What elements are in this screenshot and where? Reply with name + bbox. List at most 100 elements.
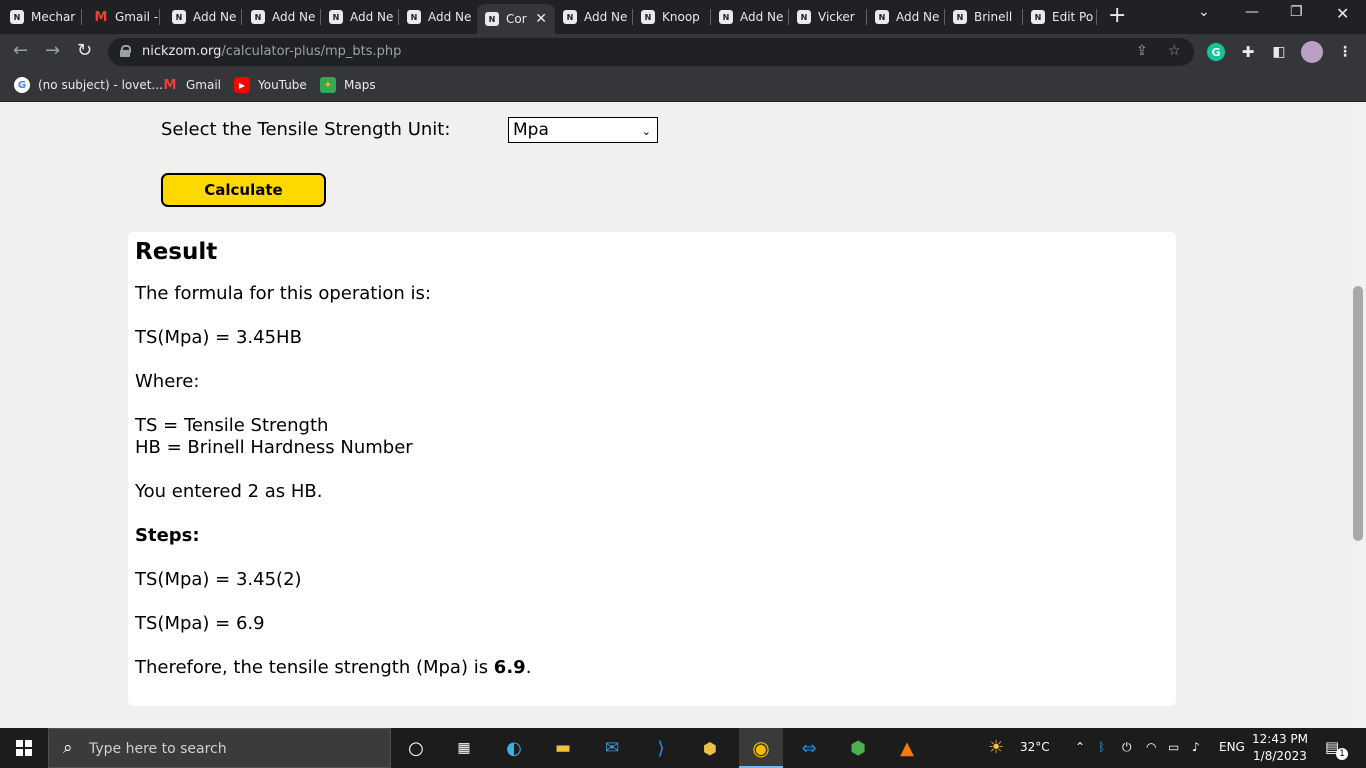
tab-label: Cor <box>506 12 527 26</box>
language-indicator[interactable]: ENG <box>1219 740 1245 754</box>
unit-select[interactable]: Mpa ⌄ <box>508 117 658 143</box>
windows-start-icon[interactable] <box>16 740 32 756</box>
bookmark-label: (no subject) - lovet... <box>38 78 163 92</box>
tab-search-chevron-icon[interactable]: ⌄ <box>1198 4 1210 20</box>
green-cube-icon[interactable]: ⬢ <box>846 736 870 760</box>
google-icon: G <box>14 77 30 93</box>
tab-add-new-4[interactable]: N Add Ne <box>407 6 477 28</box>
weather-icon[interactable]: ☀ <box>988 737 1004 758</box>
tab-label: Brinell <box>974 10 1013 24</box>
nickzom-favicon-icon: N <box>875 10 889 24</box>
tab-label: Add Ne <box>896 10 940 24</box>
power-icon[interactable]: ⏻ <box>1122 740 1132 755</box>
tab-label: Edit Po <box>1052 10 1094 24</box>
extensions-puzzle-icon[interactable]: ✚ <box>1239 43 1257 61</box>
tab-mechanical[interactable]: N Mechar <box>10 6 82 28</box>
tab-add-new-1[interactable]: N Add Ne <box>172 6 242 28</box>
tab-gmail[interactable]: M Gmail - <box>94 6 160 28</box>
nickzom-favicon-icon: N <box>719 10 733 24</box>
tab-knoop[interactable]: N Knoop <box>641 6 711 28</box>
tab-conversion-active[interactable]: N Cor ✕ <box>477 4 555 34</box>
weather-temp[interactable]: 32°C <box>1020 740 1050 754</box>
avatar[interactable] <box>1301 41 1323 63</box>
definition-hb: HB = Brinell Hardness Number <box>135 437 413 458</box>
battery-icon[interactable]: ▭ <box>1168 740 1179 754</box>
mail-icon[interactable]: ✉ <box>600 736 624 760</box>
reload-icon[interactable]: ↻ <box>77 42 92 60</box>
youtube-icon: ▶ <box>234 77 250 93</box>
close-window-icon[interactable]: ✕ <box>1336 4 1349 23</box>
cortana-icon[interactable]: ○ <box>404 736 428 760</box>
menu-kebab-icon[interactable]: ⋮ <box>1336 43 1354 61</box>
wifi-icon[interactable]: ◠ <box>1146 740 1156 754</box>
conclusion: Therefore, the tensile strength (Mpa) is… <box>135 657 532 678</box>
minimize-icon[interactable]: — <box>1245 4 1259 20</box>
windows-taskbar: ⌕ Type here to search ○ ▦ ◐ ▬ ✉ ⟩ ⬢ ◉ ⇔ … <box>0 728 1366 768</box>
definition-ts: TS = Tensile Strength <box>135 415 329 436</box>
browser-toolbar: ← → ↻ nickzom.org/calculator-plus/mp_bts… <box>0 34 1366 70</box>
tab-add-new-2[interactable]: N Add Ne <box>251 6 321 28</box>
url-text[interactable]: nickzom.org/calculator-plus/mp_bts.php <box>142 44 401 59</box>
system-clock[interactable]: 12:43 PM 1/8/2023 <box>1250 731 1310 765</box>
formula: TS(Mpa) = 3.45HB <box>135 327 302 348</box>
bookmark-star-icon[interactable]: ☆ <box>1168 43 1181 59</box>
entered-value: You entered 2 as HB. <box>135 481 323 502</box>
tab-edit-post[interactable]: N Edit Po <box>1031 6 1097 28</box>
tab-label: Knoop <box>662 10 700 24</box>
grammarly-icon[interactable]: G <box>1207 43 1225 61</box>
nickzom-favicon-icon: N <box>641 10 655 24</box>
tab-label: Add Ne <box>272 10 316 24</box>
close-tab-icon[interactable]: ✕ <box>535 11 547 27</box>
nickzom-favicon-icon: N <box>1031 10 1045 24</box>
tab-label: Add Ne <box>740 10 784 24</box>
bookmark-maps[interactable]: ✦ Maps <box>320 77 376 93</box>
volume-icon[interactable]: ♪ <box>1192 740 1200 754</box>
vlc-icon[interactable]: ▲ <box>895 736 919 760</box>
page-scrollbar[interactable] <box>1350 103 1366 728</box>
tab-brinell[interactable]: N Brinell <box>953 6 1023 28</box>
calculate-button[interactable]: Calculate <box>161 173 326 207</box>
tab-label: Add Ne <box>350 10 394 24</box>
tab-add-new-3[interactable]: N Add Ne <box>329 6 399 28</box>
tab-add-new-7[interactable]: N Add Ne <box>875 6 945 28</box>
result-heading: Result <box>135 239 218 265</box>
result-panel: Result The formula for this operation is… <box>128 232 1176 706</box>
vscode-icon[interactable]: ⟩ <box>649 736 673 760</box>
bookmark-no-subject[interactable]: G (no subject) - lovet... <box>14 77 163 93</box>
nickzom-favicon-icon: N <box>797 10 811 24</box>
nickzom-favicon-icon: N <box>10 10 24 24</box>
bluetooth-icon[interactable]: ᛒ <box>1098 740 1105 754</box>
tray-chevron-icon[interactable]: ⌃ <box>1075 740 1085 754</box>
step-1: TS(Mpa) = 3.45(2) <box>135 569 302 590</box>
file-explorer-icon[interactable]: ▬ <box>551 736 575 760</box>
tab-label: Mechar <box>31 10 76 24</box>
tab-add-new-5[interactable]: N Add Ne <box>563 6 633 28</box>
task-view-icon[interactable]: ▦ <box>452 736 476 760</box>
tab-label: Vicker <box>818 10 855 24</box>
formula-intro: The formula for this operation is: <box>135 283 431 304</box>
bookmark-gmail[interactable]: M Gmail <box>162 77 221 93</box>
gmail-icon: M <box>163 77 177 93</box>
tab-vickers[interactable]: N Vicker <box>797 6 867 28</box>
bookmarks-bar: G (no subject) - lovet... M Gmail ▶ YouT… <box>0 70 1366 102</box>
taskbar-search[interactable]: ⌕ Type here to search <box>48 728 391 768</box>
new-tab-icon[interactable]: + <box>1108 5 1126 27</box>
bookmark-youtube[interactable]: ▶ YouTube <box>234 77 307 93</box>
unit-selected-value: Mpa <box>513 120 549 140</box>
package-icon[interactable]: ⬢ <box>698 736 722 760</box>
share-icon[interactable]: ⇪ <box>1136 43 1148 59</box>
restore-icon[interactable]: ❐ <box>1290 4 1303 20</box>
tab-add-new-6[interactable]: N Add Ne <box>719 6 789 28</box>
scrollbar-thumb[interactable] <box>1353 286 1363 541</box>
edge-icon[interactable]: ◐ <box>502 736 526 760</box>
gmail-favicon-icon: M <box>94 9 108 25</box>
tab-label: Add Ne <box>193 10 237 24</box>
back-arrow-icon[interactable]: ← <box>13 42 28 60</box>
conclusion-value: 6.9 <box>493 657 526 678</box>
chrome-icon[interactable]: ◉ <box>749 736 773 760</box>
tab-label: Add Ne <box>428 10 472 24</box>
side-panel-icon[interactable]: ◧ <box>1270 43 1288 61</box>
forward-arrow-icon[interactable]: → <box>45 42 60 60</box>
teamviewer-icon[interactable]: ⇔ <box>797 736 821 760</box>
address-bar[interactable]: nickzom.org/calculator-plus/mp_bts.php ⇪… <box>108 38 1194 66</box>
